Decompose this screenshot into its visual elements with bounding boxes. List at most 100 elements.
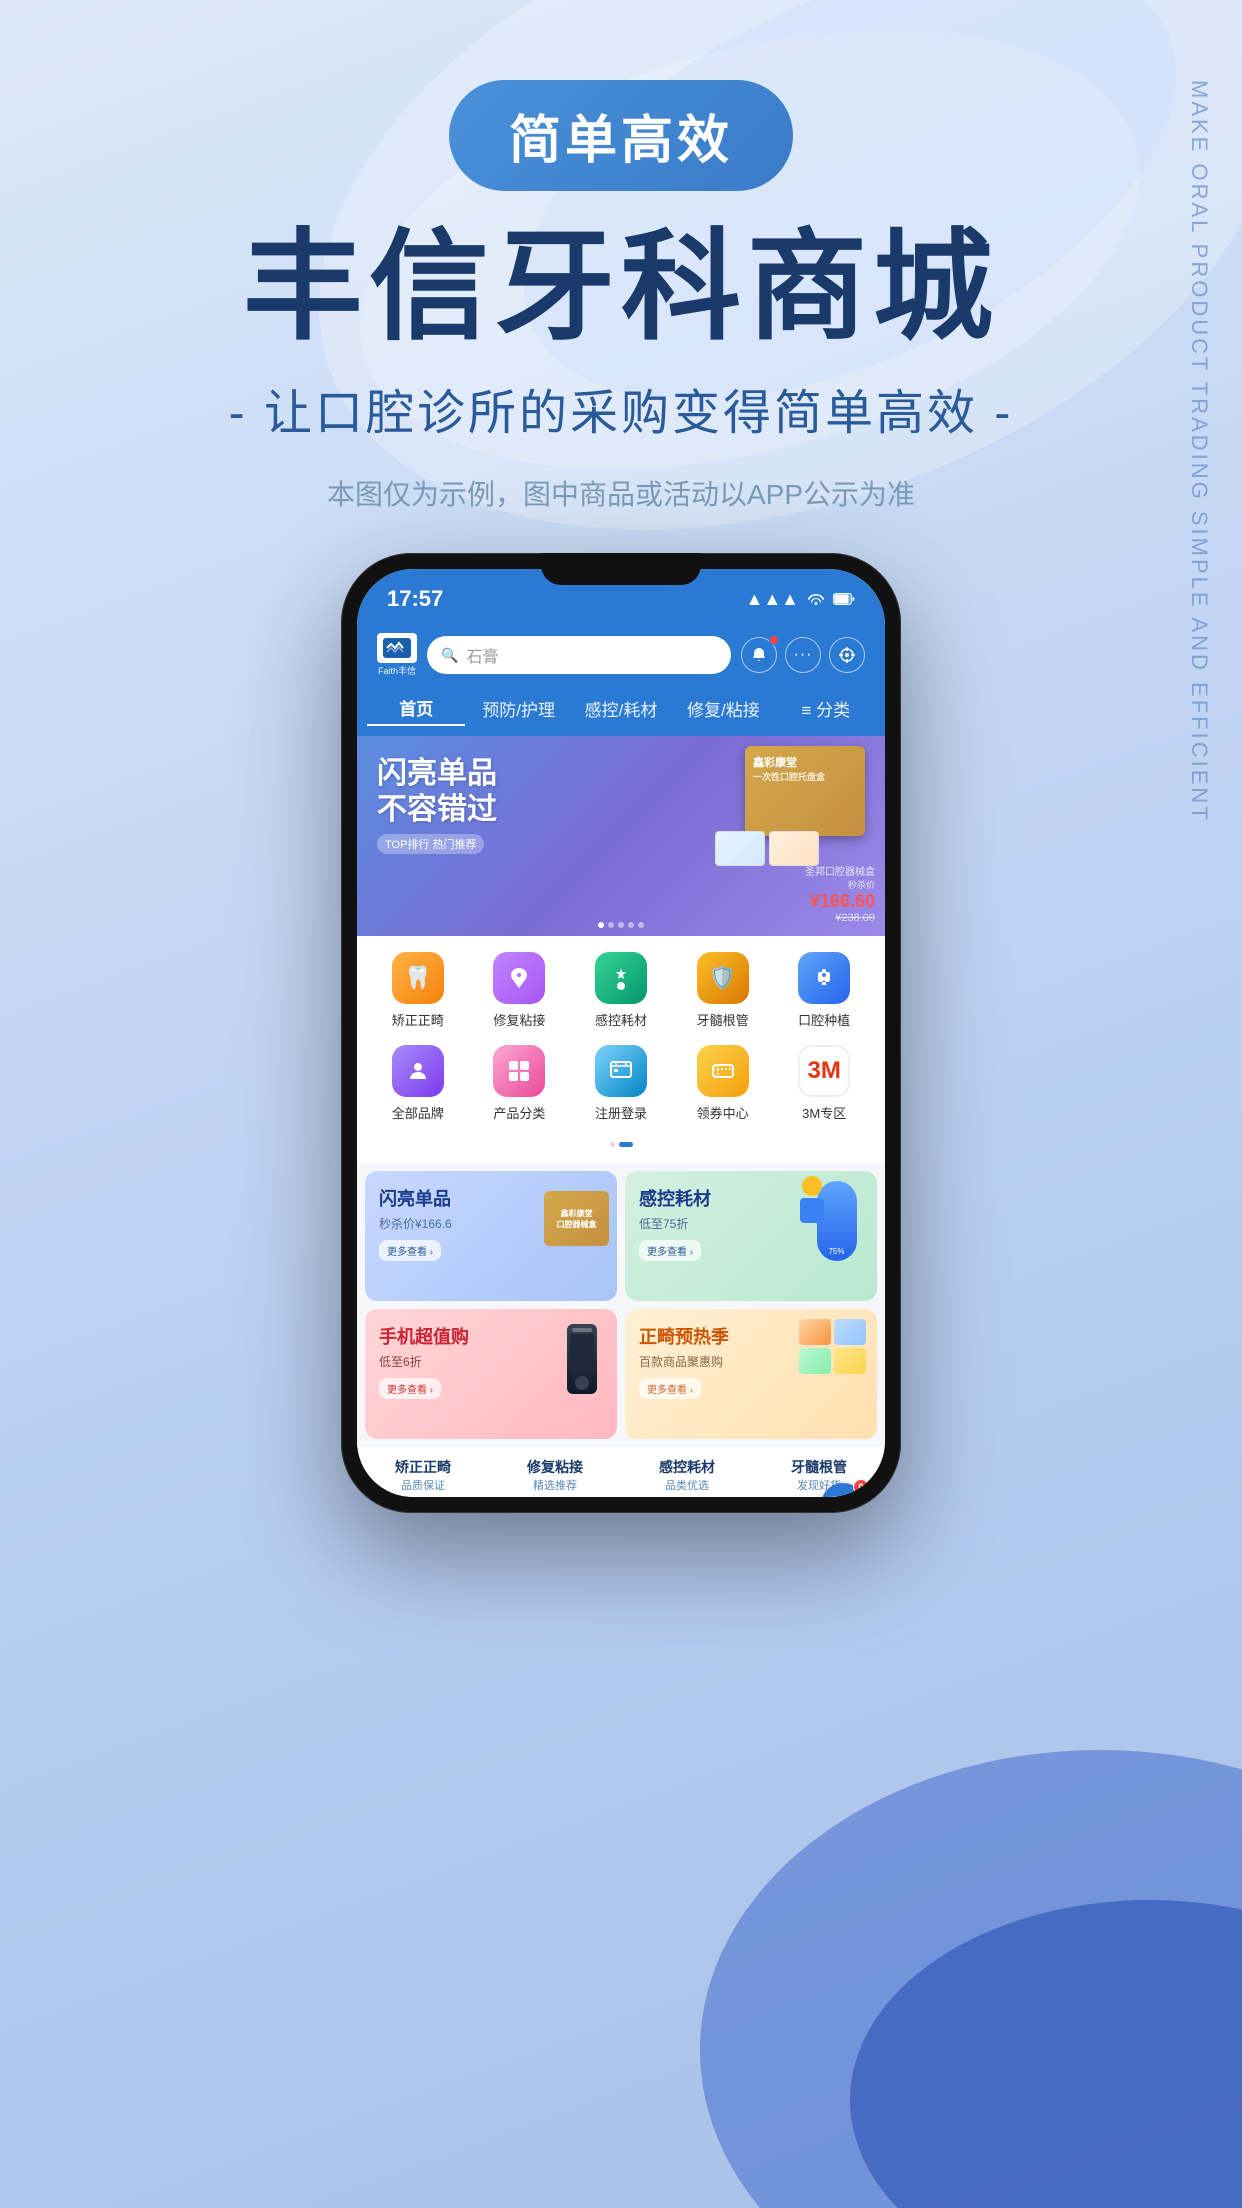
cart-badge: 0 bbox=[853, 1479, 869, 1495]
bottom-infection: 感控耗材 品类优选 bbox=[621, 1457, 753, 1493]
cat-implant[interactable]: 口腔种植 bbox=[779, 952, 869, 1029]
banner-content: 闪亮单品 不容错过 TOP排行 热门推荐 bbox=[377, 756, 497, 854]
cat-coupons-icon bbox=[697, 1045, 749, 1097]
cat-orthodontics[interactable]: 🦷 矫正正畸 bbox=[373, 952, 463, 1029]
product-small-items bbox=[715, 831, 819, 866]
promo-mobile-btn[interactable]: 更多查看 › bbox=[379, 1378, 441, 1399]
more-btn[interactable]: ··· bbox=[785, 637, 821, 673]
banner-price-original: ¥238.00 bbox=[805, 912, 875, 924]
status-icons: ▲▲▲ bbox=[746, 589, 855, 610]
cat-3m-text: 3M bbox=[808, 1057, 841, 1085]
cat-implant-label: 口腔种植 bbox=[798, 1010, 850, 1029]
nav-prevention[interactable]: 预防/护理 bbox=[469, 692, 567, 725]
search-bar[interactable]: 🔍 石膏 bbox=[427, 636, 731, 674]
notification-btn[interactable] bbox=[741, 637, 777, 673]
banner-rank-tag: TOP排行 热门推荐 bbox=[377, 834, 484, 854]
bottom-repair-title: 修复粘接 bbox=[489, 1457, 621, 1477]
cat-register-icon bbox=[595, 1045, 647, 1097]
cat-3m-label: 3M专区 bbox=[802, 1103, 846, 1122]
cat-all-brands-label: 全部品牌 bbox=[392, 1103, 444, 1122]
promo-card-orthodontic[interactable]: 正畸预热季 百款商品聚惠购 更多查看 › bbox=[625, 1309, 877, 1439]
product-box-label: 鑫彩康堂 一次性口腔托盘盒 bbox=[753, 754, 825, 783]
bottom-infection-sub: 品类优选 bbox=[621, 1477, 753, 1493]
promo-card-flash[interactable]: 闪亮单品 秒杀价¥166.6 更多查看 › 鑫彩康堂口腔器械盒 bbox=[365, 1171, 617, 1301]
phone-notch bbox=[541, 553, 701, 585]
nav-bar: 首页 预防/护理 感控/耗材 修复/粘接 ≡ 分类 bbox=[357, 691, 885, 736]
wifi-icon bbox=[807, 589, 825, 610]
dot-4 bbox=[628, 922, 634, 928]
cat-3m-icon: 3M bbox=[798, 1045, 850, 1097]
bottom-orthodontics-title: 矫正正畸 bbox=[357, 1457, 489, 1477]
cat-all-brands-icon bbox=[392, 1045, 444, 1097]
cat-3m-zone[interactable]: 3M 3M专区 bbox=[779, 1045, 869, 1122]
promo-mobile-img bbox=[567, 1324, 597, 1394]
page-dot-1 bbox=[610, 1142, 615, 1147]
cat-register-label: 注册登录 bbox=[595, 1103, 647, 1122]
banner-product-image: 鑫彩康堂 一次性口腔托盘盒 bbox=[715, 746, 875, 876]
dot-1 bbox=[598, 922, 604, 928]
promo-card-infection[interactable]: 感控耗材 低至75折 更多查看 › 75% bbox=[625, 1171, 877, 1301]
subtitle: - 让口腔诊所的采购变得简单高效 - bbox=[0, 373, 1242, 443]
banner-title-line1: 闪亮单品 bbox=[377, 756, 497, 792]
phone-outer-frame: 17:57 ▲▲▲ bbox=[341, 553, 901, 1513]
nav-home[interactable]: 首页 bbox=[367, 691, 465, 726]
category-row-2: 全部品牌 产品分类 注册登录 bbox=[367, 1045, 875, 1122]
cat-infection[interactable]: 感控耗材 bbox=[576, 952, 666, 1029]
promo-flash-img: 鑫彩康堂口腔器械盒 bbox=[544, 1191, 609, 1246]
bottom-root-canal-title: 牙髓根管 bbox=[753, 1457, 885, 1477]
cat-repair[interactable]: 修复粘接 bbox=[474, 952, 564, 1029]
cat-root-canal-icon: 🛡️ bbox=[697, 952, 749, 1004]
battery-icon bbox=[833, 589, 855, 610]
cat-product-types[interactable]: 产品分类 bbox=[474, 1045, 564, 1122]
status-time: 17:57 bbox=[387, 586, 443, 612]
phone-mockup: 17:57 ▲▲▲ bbox=[0, 553, 1242, 1513]
bottom-orthodontics-sub: 品质保证 bbox=[357, 1477, 489, 1493]
banner-dots bbox=[598, 922, 644, 928]
page-dot-2 bbox=[619, 1142, 633, 1147]
bottom-repair: 修复粘接 精选推荐 bbox=[489, 1457, 621, 1493]
signal-icon: ▲▲▲ bbox=[746, 589, 799, 610]
bottom-orthodontics: 矫正正畸 品质保证 bbox=[357, 1457, 489, 1493]
promo-infection-figure bbox=[797, 1176, 827, 1226]
promo-grid: 闪亮单品 秒杀价¥166.6 更多查看 › 鑫彩康堂口腔器械盒 感控耗材 低至7… bbox=[357, 1163, 885, 1447]
search-icon: 🔍 bbox=[441, 647, 458, 664]
dot-2 bbox=[608, 922, 614, 928]
logo-icon bbox=[377, 633, 417, 663]
cat-root-canal[interactable]: 🛡️ 牙髓根管 bbox=[678, 952, 768, 1029]
cat-orthodontics-label: 矫正正畸 bbox=[392, 1010, 444, 1029]
dot-5 bbox=[638, 922, 644, 928]
page-indicator bbox=[367, 1138, 875, 1155]
target-btn[interactable] bbox=[829, 637, 865, 673]
bottom-infection-title: 感控耗材 bbox=[621, 1457, 753, 1477]
nav-infection[interactable]: 感控/耗材 bbox=[572, 692, 670, 725]
cat-orthodontics-icon: 🦷 bbox=[392, 952, 444, 1004]
cat-coupons-label: 领券中心 bbox=[697, 1103, 749, 1122]
cat-product-types-label: 产品分类 bbox=[493, 1103, 545, 1122]
search-placeholder-text: 石膏 bbox=[466, 643, 498, 667]
cat-product-types-icon bbox=[493, 1045, 545, 1097]
promo-flash-btn[interactable]: 更多查看 › bbox=[379, 1240, 441, 1261]
promo-orthodontic-btn[interactable]: 更多查看 › bbox=[639, 1378, 701, 1399]
cat-root-canal-label: 牙髓根管 bbox=[697, 1010, 749, 1029]
product-box: 鑫彩康堂 一次性口腔托盘盒 bbox=[745, 746, 865, 836]
cat-infection-label: 感控耗材 bbox=[595, 1010, 647, 1029]
nav-categories[interactable]: ≡ 分类 bbox=[777, 692, 875, 725]
banner-price-info: 圣邦口腔器械盒 秒杀价 ¥166.60 ¥238.00 bbox=[805, 863, 875, 924]
promo-card-mobile[interactable]: 手机超值购 低至6折 更多查看 › bbox=[365, 1309, 617, 1439]
logo-text: Faith丰信 bbox=[378, 664, 416, 677]
cat-all-brands[interactable]: 全部品牌 bbox=[373, 1045, 463, 1122]
promo-orthodontic-img bbox=[799, 1319, 869, 1374]
promo-infection-btn[interactable]: 更多查看 › bbox=[639, 1240, 701, 1261]
banner[interactable]: 闪亮单品 不容错过 TOP排行 热门推荐 鑫彩康堂 一次性口腔托盘盒 bbox=[357, 736, 885, 936]
cat-implant-icon bbox=[798, 952, 850, 1004]
cat-register[interactable]: 注册登录 bbox=[576, 1045, 666, 1122]
cat-coupons[interactable]: 领券中心 bbox=[678, 1045, 768, 1122]
disclaimer: 本图仅为示例，图中商品或活动以APP公示为准 bbox=[0, 473, 1242, 513]
badge-pill: 简单高效 bbox=[449, 80, 793, 191]
banner-price-sub-label: 秒杀价 bbox=[805, 878, 875, 891]
phone-screen: 17:57 ▲▲▲ bbox=[357, 569, 885, 1497]
nav-repair[interactable]: 修复/粘接 bbox=[674, 692, 772, 725]
cat-repair-icon bbox=[493, 952, 545, 1004]
category-section: 🦷 矫正正畸 修复粘接 感控耗材 bbox=[357, 936, 885, 1163]
bottom-repair-sub: 精选推荐 bbox=[489, 1477, 621, 1493]
